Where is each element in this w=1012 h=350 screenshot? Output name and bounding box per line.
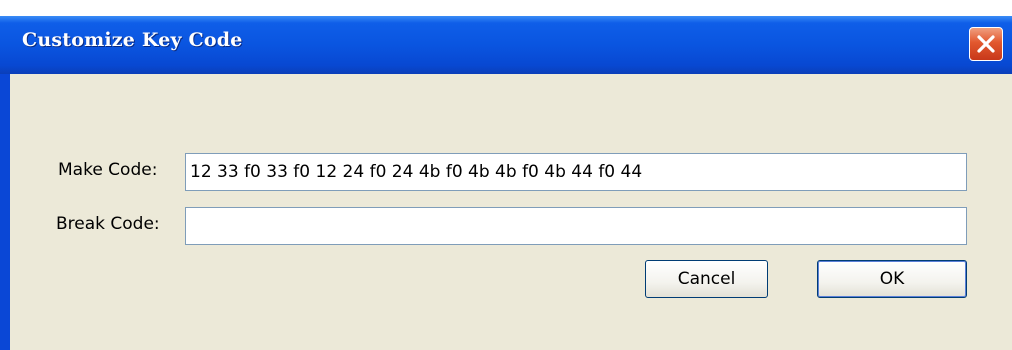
title-bar[interactable]: Customize Key Code — [0, 16, 1012, 74]
make-code-input[interactable]: 12 33 f0 33 f0 12 24 f0 24 4b f0 4b 4b f… — [185, 153, 967, 191]
window-title: Customize Key Code — [22, 29, 243, 51]
ok-button[interactable]: OK — [817, 260, 967, 298]
cancel-button[interactable]: Cancel — [645, 260, 768, 298]
make-code-label: Make Code: — [58, 160, 158, 180]
break-code-input[interactable] — [185, 207, 967, 245]
break-code-label: Break Code: — [56, 214, 160, 234]
customize-key-code-dialog: Customize Key Code Make Code: 12 33 f0 3… — [0, 16, 1012, 350]
dialog-body: Make Code: 12 33 f0 33 f0 12 24 f0 24 4b… — [10, 74, 1012, 350]
close-button[interactable] — [969, 27, 1003, 61]
close-icon — [977, 35, 995, 53]
